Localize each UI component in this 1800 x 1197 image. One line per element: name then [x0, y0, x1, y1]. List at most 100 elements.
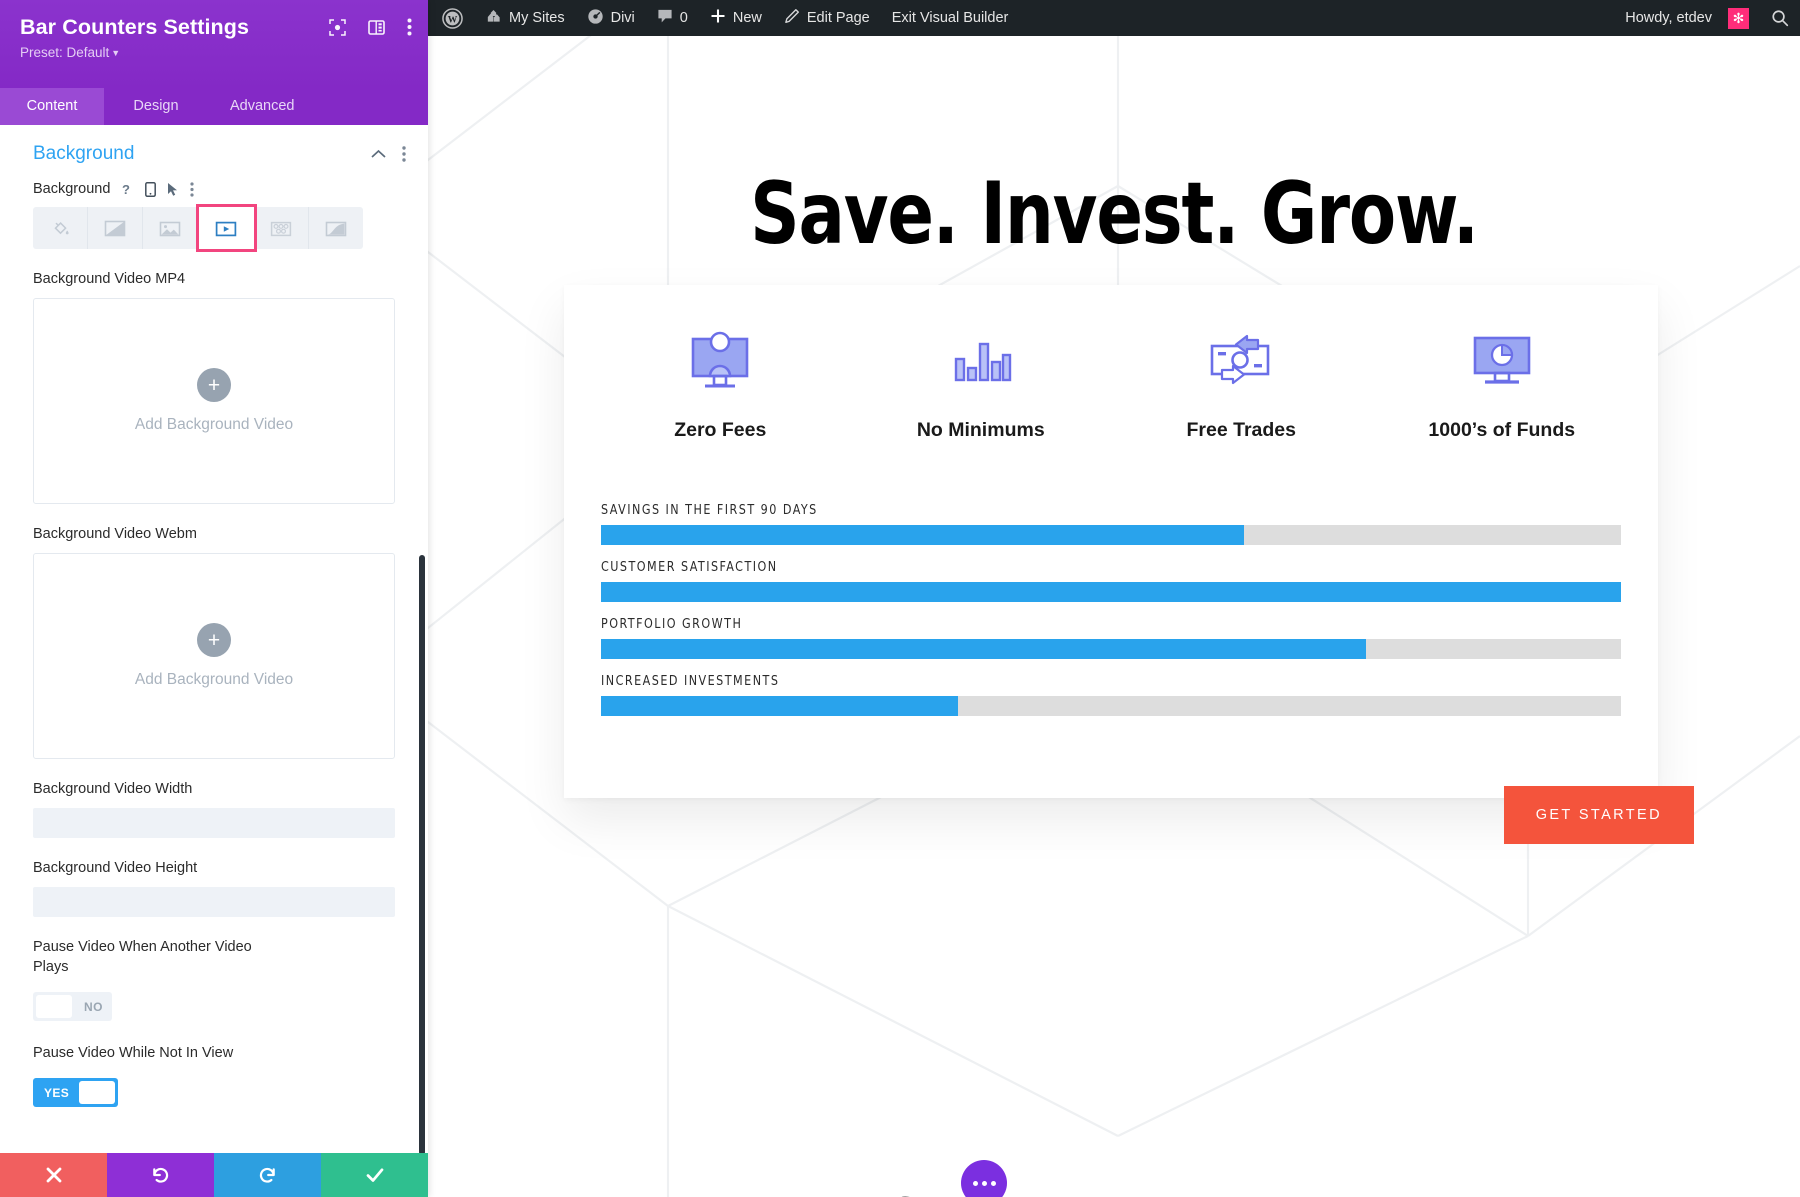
visual-builder-canvas: Save. Invest. Grow. Zero Fees No Minimum… [428, 36, 1800, 1197]
bar-counter-label: INCREASED INVESTMENTS [601, 673, 780, 689]
bar-counter-fill [601, 525, 1244, 545]
bar-counter-item: INCREASED INVESTMENTS [601, 673, 1621, 716]
background-pattern-tab[interactable] [254, 207, 309, 249]
video-mp4-upload-dropzone[interactable]: + Add Background Video [33, 298, 395, 504]
settings-panel-scrollbar[interactable] [419, 555, 425, 1153]
sites-icon [485, 8, 502, 28]
admin-bar-divi-label: Divi [610, 10, 635, 26]
bar-counters-module: SAVINGS IN THE FIRST 90 DAYS CUSTOMER SA… [564, 442, 1658, 716]
svg-text:W: W [448, 14, 458, 25]
bar-counter-track [601, 696, 1621, 716]
section-heading-zero-account: Zero Account & [494, 1188, 929, 1197]
svg-text:?: ? [122, 182, 130, 197]
plus-icon: + [197, 623, 231, 657]
settings-panel-footer [0, 1153, 428, 1197]
bar-counter-label: CUSTOMER SATISFACTION [601, 559, 778, 575]
admin-bar-comments[interactable]: 0 [646, 0, 699, 36]
feature-label: Zero Fees [674, 419, 767, 441]
video-webm-label: Background Video Webm [33, 526, 197, 542]
more-options-icon[interactable] [190, 181, 194, 197]
bar-counters-settings-panel: Bar Counters Settings Preset: Default▼ [0, 0, 428, 1197]
feature-row: Zero Fees No Minimums Free Trades 1000’s… [564, 285, 1658, 442]
bar-counter-track [601, 639, 1621, 659]
admin-bar-exit-visual-builder[interactable]: Exit Visual Builder [881, 0, 1020, 36]
background-field-label-row: Background ? [0, 173, 428, 203]
divi-dashboard-icon [587, 8, 604, 29]
video-width-label: Background Video Width [33, 781, 193, 797]
question-mark-icon[interactable]: ? [121, 182, 134, 197]
bar-counter-track [601, 582, 1621, 602]
settings-panel-header: Bar Counters Settings Preset: Default ▼ [0, 0, 428, 88]
video-height-label: Background Video Height [33, 860, 198, 876]
page-title: Save. Invest. Grow. [750, 164, 1479, 264]
tab-design[interactable]: Design [104, 88, 208, 125]
money-exchange-icon [1111, 325, 1372, 397]
background-section-header[interactable]: Background [0, 125, 428, 173]
monitor-person-icon [590, 325, 851, 397]
bar-counter-item: CUSTOMER SATISFACTION [601, 559, 1621, 602]
admin-bar-my-sites[interactable]: My Sites [474, 0, 576, 36]
feature-item-free-trades: Free Trades [1111, 325, 1372, 442]
more-options-icon[interactable] [407, 18, 412, 36]
toggle-knob [79, 1081, 116, 1104]
tab-content[interactable]: Content [0, 88, 104, 125]
admin-bar-new[interactable]: New [699, 0, 773, 36]
redo-button[interactable] [214, 1153, 321, 1197]
video-height-input[interactable] [33, 887, 395, 917]
bar-chart-icon [851, 325, 1112, 397]
mobile-device-icon[interactable] [145, 181, 157, 197]
admin-bar-edit-page[interactable]: Edit Page [773, 0, 881, 36]
background-video-tab[interactable] [195, 204, 257, 252]
video-webm-upload-text: Add Background Video [134, 671, 294, 688]
pause-not-in-view-toggle-value: YES [44, 1085, 70, 1100]
undo-button[interactable] [107, 1153, 214, 1197]
more-options-icon[interactable] [402, 146, 406, 162]
pause-other-video-toggle[interactable]: NO [33, 992, 112, 1021]
pause-other-video-toggle-value: NO [84, 999, 103, 1014]
settings-panel-body: Background Background ? Background Video… [0, 125, 428, 1153]
feature-item-no-minimums: No Minimums [851, 325, 1112, 442]
search-icon[interactable] [1760, 0, 1800, 36]
background-image-tab[interactable] [143, 207, 199, 249]
save-button[interactable] [321, 1153, 428, 1197]
preset-selector[interactable]: Preset: Default ▼ [20, 45, 120, 60]
video-webm-upload-dropzone[interactable]: + Add Background Video [33, 553, 395, 759]
feature-item-1000s-of-funds: 1000’s of Funds [1372, 325, 1633, 442]
tab-advanced[interactable]: Advanced [208, 88, 317, 125]
video-width-input[interactable] [33, 808, 395, 838]
admin-bar-greeting: Howdy, etdev [1625, 10, 1712, 26]
bar-counter-fill [601, 639, 1366, 659]
admin-bar-howdy[interactable]: Howdy, etdev ✻ [1611, 0, 1760, 36]
plus-icon: + [197, 368, 231, 402]
background-mask-tab[interactable] [309, 207, 363, 249]
chevron-up-icon[interactable] [371, 149, 386, 159]
admin-bar-account-area: Howdy, etdev ✻ [1611, 0, 1800, 36]
admin-bar-divi[interactable]: Divi [576, 0, 646, 36]
focus-icon[interactable] [329, 18, 346, 36]
background-gradient-tab[interactable] [88, 207, 144, 249]
pause-not-in-view-toggle[interactable]: YES [33, 1078, 119, 1107]
monitor-pie-chart-icon [1372, 325, 1633, 397]
background-color-tab[interactable] [33, 207, 89, 249]
feature-label: 1000’s of Funds [1428, 419, 1576, 441]
get-started-button[interactable]: GET STARTED [1503, 786, 1694, 844]
settings-tabs: Content Design Advanced [0, 88, 428, 125]
pause-other-video-label: Pause Video When Another Video Plays [33, 939, 252, 975]
cancel-button[interactable] [0, 1153, 107, 1197]
pause-not-in-view-label: Pause Video While Not In View [33, 1045, 234, 1061]
settings-header-icon-group [329, 18, 412, 36]
admin-bar-my-sites-label: My Sites [509, 10, 565, 26]
cursor-pointer-icon[interactable] [167, 182, 179, 197]
layout-panel-icon[interactable] [368, 19, 385, 35]
wordpress-logo-icon[interactable]: W [428, 0, 474, 36]
wordpress-admin-bar: W My Sites Divi 0 New Edit Page Exit Vis… [428, 0, 1800, 36]
background-field-label: Background [33, 181, 111, 197]
bar-counter-fill [601, 582, 1621, 602]
admin-bar-comment-count: 0 [679, 10, 688, 26]
bar-counter-track [601, 525, 1621, 545]
video-mp4-label: Background Video MP4 [33, 271, 186, 287]
bar-counter-label: PORTFOLIO GROWTH [601, 616, 743, 632]
chat-dots-icon[interactable] [961, 1160, 1007, 1197]
background-section-title: Background [33, 143, 135, 164]
chevron-down-icon: ▼ [111, 48, 121, 58]
